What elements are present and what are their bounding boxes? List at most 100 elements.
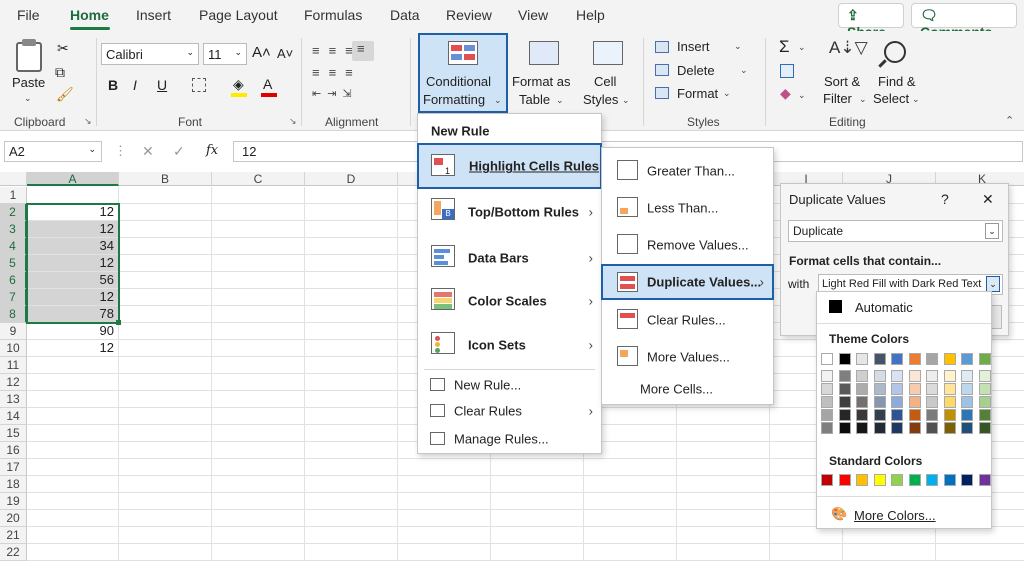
format-as-table-label-1[interactable]: Format as bbox=[512, 74, 571, 89]
color-swatch[interactable] bbox=[943, 383, 956, 395]
color-swatch[interactable] bbox=[821, 370, 833, 382]
find-select-icon[interactable] bbox=[884, 41, 906, 63]
color-swatch[interactable] bbox=[978, 396, 991, 408]
column-header[interactable]: D bbox=[305, 172, 398, 186]
tab-help[interactable]: Help bbox=[576, 7, 605, 23]
cell[interactable] bbox=[119, 289, 212, 306]
cell[interactable] bbox=[212, 221, 305, 238]
cell[interactable] bbox=[584, 527, 677, 544]
menu-item-icon-sets[interactable]: Icon Sets › bbox=[418, 325, 601, 365]
cell[interactable] bbox=[119, 221, 212, 238]
row-header[interactable]: 20 bbox=[0, 510, 27, 527]
cell[interactable] bbox=[212, 442, 305, 459]
tab-file[interactable]: File bbox=[17, 7, 40, 23]
cell-styles-icon[interactable] bbox=[593, 41, 623, 65]
row-header[interactable]: 8 bbox=[0, 306, 27, 323]
color-swatch[interactable] bbox=[856, 396, 868, 408]
delete-cells-button[interactable]: Delete bbox=[677, 63, 715, 78]
cell[interactable] bbox=[212, 459, 305, 476]
cell[interactable] bbox=[398, 544, 491, 561]
cell[interactable] bbox=[119, 527, 212, 544]
insert-function-icon[interactable]: fx bbox=[206, 143, 218, 158]
color-swatch[interactable] bbox=[821, 353, 833, 365]
fill-color-icon[interactable]: ◈ bbox=[233, 76, 244, 93]
cell[interactable] bbox=[843, 527, 936, 544]
cell[interactable]: 12 bbox=[27, 221, 119, 238]
color-swatch[interactable] bbox=[873, 422, 886, 434]
cell[interactable] bbox=[119, 323, 212, 340]
row-header[interactable]: 6 bbox=[0, 272, 27, 289]
format-as-table-icon[interactable] bbox=[529, 41, 559, 65]
color-swatch[interactable] bbox=[821, 383, 833, 395]
color-swatch[interactable] bbox=[978, 383, 991, 395]
cell[interactable] bbox=[584, 493, 677, 510]
tab-review[interactable]: Review bbox=[446, 7, 492, 23]
cell[interactable] bbox=[677, 527, 770, 544]
row-header[interactable]: 14 bbox=[0, 408, 27, 425]
duplicate-type-select[interactable]: Duplicate ⌄ bbox=[788, 220, 1003, 242]
cell[interactable] bbox=[212, 238, 305, 255]
cell[interactable] bbox=[584, 510, 677, 527]
cell[interactable] bbox=[677, 459, 770, 476]
row-header[interactable]: 21 bbox=[0, 527, 27, 544]
cell[interactable] bbox=[305, 476, 398, 493]
cell[interactable] bbox=[398, 527, 491, 544]
cell[interactable] bbox=[305, 340, 398, 357]
cell[interactable] bbox=[584, 476, 677, 493]
cell[interactable] bbox=[305, 493, 398, 510]
italic-button[interactable]: I bbox=[133, 77, 137, 93]
fill-handle[interactable] bbox=[116, 320, 121, 325]
color-swatch[interactable] bbox=[908, 353, 921, 365]
cell[interactable] bbox=[212, 306, 305, 323]
menu-item-clear-rules-sub[interactable]: Clear Rules... bbox=[602, 302, 773, 337]
color-swatch[interactable] bbox=[908, 422, 921, 434]
cell[interactable] bbox=[305, 221, 398, 238]
cell[interactable] bbox=[212, 204, 305, 221]
color-swatch[interactable] bbox=[891, 383, 903, 395]
cell[interactable] bbox=[212, 374, 305, 391]
color-swatch[interactable] bbox=[926, 474, 938, 486]
color-swatch[interactable] bbox=[838, 409, 851, 421]
column-header[interactable]: A bbox=[27, 172, 119, 186]
color-swatch[interactable] bbox=[891, 353, 903, 365]
color-swatch[interactable] bbox=[943, 353, 956, 365]
close-icon[interactable]: ✕ bbox=[982, 191, 994, 208]
row-header[interactable]: 2 bbox=[0, 204, 27, 221]
color-swatch[interactable] bbox=[873, 409, 886, 421]
row-header[interactable]: 4 bbox=[0, 238, 27, 255]
cell[interactable] bbox=[305, 510, 398, 527]
increase-font-icon[interactable]: A˄ bbox=[252, 44, 271, 61]
cell[interactable] bbox=[119, 459, 212, 476]
color-swatch[interactable] bbox=[821, 396, 833, 408]
cell[interactable] bbox=[305, 408, 398, 425]
color-swatch[interactable] bbox=[838, 396, 851, 408]
clear-icon[interactable]: ◆ bbox=[780, 85, 791, 102]
cell[interactable] bbox=[27, 459, 119, 476]
cell[interactable] bbox=[27, 391, 119, 408]
menu-item-clear-rules[interactable]: Clear Rules › bbox=[418, 399, 601, 423]
sort-filter-label-1[interactable]: Sort & bbox=[824, 74, 860, 89]
cell[interactable] bbox=[119, 493, 212, 510]
cell[interactable] bbox=[27, 357, 119, 374]
color-swatch[interactable] bbox=[891, 422, 903, 434]
cell[interactable] bbox=[305, 204, 398, 221]
cell[interactable] bbox=[677, 476, 770, 493]
color-swatch[interactable] bbox=[838, 383, 851, 395]
menu-item-duplicate-values[interactable]: Duplicate Values... › bbox=[601, 264, 774, 300]
cell[interactable] bbox=[27, 374, 119, 391]
cell[interactable]: 90 bbox=[27, 323, 119, 340]
color-swatch[interactable] bbox=[961, 422, 973, 434]
cell[interactable] bbox=[936, 527, 1024, 544]
font-color-icon[interactable]: A bbox=[263, 76, 272, 92]
color-swatch[interactable] bbox=[926, 409, 938, 421]
menu-item-data-bars[interactable]: Data Bars › bbox=[418, 238, 601, 278]
cell[interactable] bbox=[491, 510, 584, 527]
cell[interactable] bbox=[212, 357, 305, 374]
cell[interactable] bbox=[305, 306, 398, 323]
color-swatch[interactable] bbox=[891, 370, 903, 382]
cell[interactable] bbox=[212, 425, 305, 442]
tab-view[interactable]: View bbox=[518, 7, 548, 23]
name-box[interactable]: A2 ⌄ bbox=[4, 141, 102, 162]
color-swatch[interactable] bbox=[961, 474, 973, 486]
format-painter-icon[interactable]: 🖌 bbox=[56, 86, 74, 103]
